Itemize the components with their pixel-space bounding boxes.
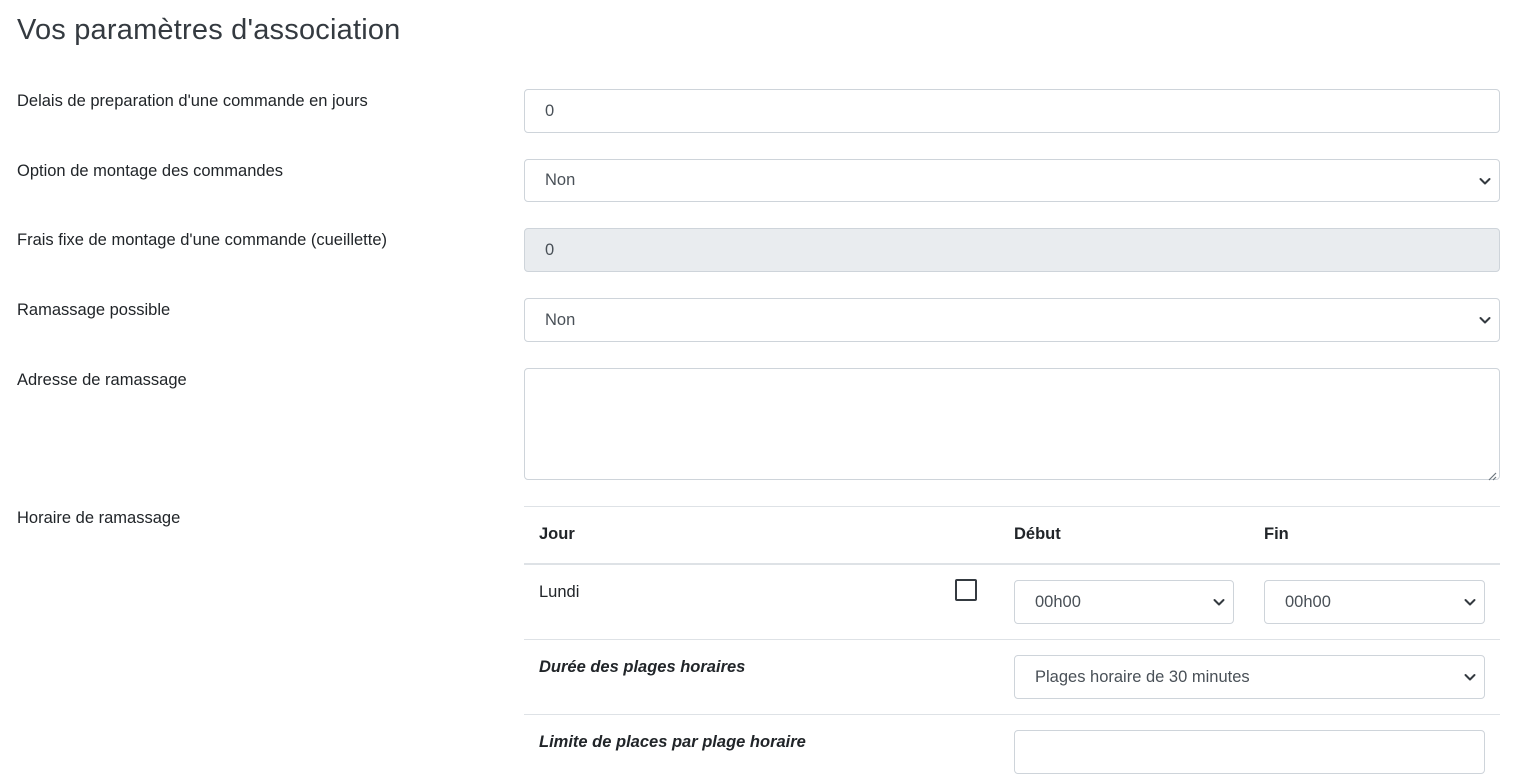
delai-input-value: 0 [545,101,555,120]
end-time-value: 00h00 [1285,592,1331,611]
duree-value: Plages horaire de 30 minutes [1035,667,1250,686]
frais-montage-label: Frais fixe de montage d'une commande (cu… [17,231,388,249]
limite-input[interactable] [1014,730,1485,774]
limite-label: Limite de places par plage horaire [539,733,806,751]
adresse-ramassage-textarea[interactable] [524,368,1500,481]
delai-input[interactable]: 0 [524,89,1500,133]
table-divider [524,639,1500,640]
montage-option-label: Option de montage des commandes [17,162,283,180]
duree-label: Durée des plages horaires [539,658,746,676]
chevron-down-icon [1464,596,1476,608]
ramassage-possible-value: Non [545,310,576,329]
chevron-down-icon [1479,175,1491,187]
day-checkbox[interactable] [955,579,977,601]
chevron-down-icon [1479,314,1491,326]
page-title: Vos paramètres d'association [17,14,401,46]
column-header-debut: Début [1014,525,1061,543]
montage-option-value: Non [545,171,576,189]
chevron-down-icon [1464,671,1476,683]
duree-select[interactable]: Plages horaire de 30 minutes [1014,655,1485,699]
column-header-fin: Fin [1264,525,1289,543]
horaire-ramassage-label: Horaire de ramassage [17,509,181,527]
frais-montage-value: 0 [545,240,555,259]
delai-label: Delais de preparation d'une commande en … [17,92,368,110]
chevron-down-icon [1213,596,1225,608]
resize-grip-icon[interactable] [1487,467,1497,481]
settings-page: Vos paramètres d'association Delais de p… [0,0,1513,781]
adresse-ramassage-label: Adresse de ramassage [17,371,187,389]
column-header-jour: Jour [539,525,575,543]
frais-montage-input: 0 [524,228,1500,272]
day-label: Lundi [539,583,580,601]
end-time-select[interactable]: 00h00 [1264,580,1485,624]
table-divider [524,563,1500,565]
start-time-value: 00h00 [1035,592,1081,611]
ramassage-possible-select[interactable]: Non [524,298,1500,342]
table-divider [524,506,1500,507]
start-time-select[interactable]: 00h00 [1014,580,1234,624]
table-divider [524,714,1500,715]
montage-option-select[interactable]: Non [524,159,1500,202]
ramassage-possible-label: Ramassage possible [17,301,171,319]
